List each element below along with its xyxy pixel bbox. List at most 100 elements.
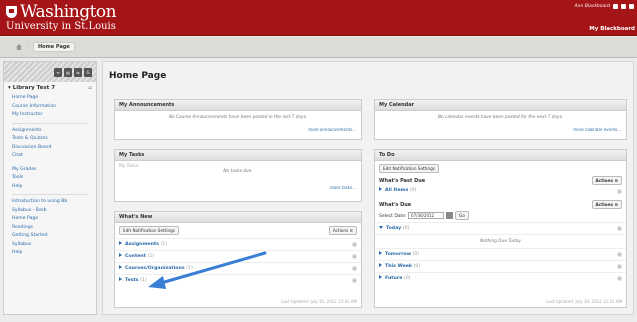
calendar-empty: No calendar events have been posted for … xyxy=(437,115,564,120)
edit-notification-settings-button[interactable]: Edit Notification Settings xyxy=(379,164,439,173)
menu-divider xyxy=(12,194,88,195)
list-item[interactable]: Content (1) × xyxy=(115,250,361,262)
course-menu-tool-3[interactable]: G xyxy=(84,67,92,77)
sidebar-item[interactable]: Getting Started xyxy=(4,232,96,241)
tasks-module: My Tasks My Tasks: No tasks due. more ta… xyxy=(114,149,362,202)
dismiss-icon[interactable]: × xyxy=(617,276,622,281)
sidebar-item[interactable]: Tests & Quizzes xyxy=(4,135,96,144)
dismiss-icon[interactable]: × xyxy=(617,188,622,194)
course-menu: ≡ ▤ ⇆ G ▾ Library Test 7 ⌂ Home Page Course I… xyxy=(3,61,97,315)
home-icon[interactable] xyxy=(621,4,626,9)
date-input[interactable]: 07/30/2012 xyxy=(408,212,445,219)
course-menu-tool-2[interactable]: ⇆ xyxy=(74,67,82,77)
sidebar-item[interactable]: Assignments xyxy=(4,127,96,136)
user-name[interactable]: Ann Blackboard xyxy=(575,4,610,9)
list-item[interactable]: Tests (1) × xyxy=(115,274,361,286)
list-item[interactable]: Tomorrow (0) × xyxy=(375,248,626,260)
announcements-empty: No Course Announcements have been posted… xyxy=(168,115,308,120)
user-icon[interactable] xyxy=(613,4,618,9)
list-item-label[interactable]: Future xyxy=(385,276,402,281)
sidebar-item[interactable]: Introduction to using Bb xyxy=(4,198,96,207)
list-item-label[interactable]: Tomorrow xyxy=(385,252,411,257)
item-count: (0) xyxy=(412,251,420,257)
list-item[interactable]: Future (0) × xyxy=(375,272,626,284)
past-due-heading: What's Past Due xyxy=(379,177,426,184)
nothing-due-text: Nothing Due Today xyxy=(375,234,626,248)
go-button[interactable]: Go xyxy=(455,211,469,220)
collapse-icon xyxy=(379,225,383,229)
list-item-label[interactable]: Tests xyxy=(125,278,139,283)
calendar-icon[interactable] xyxy=(446,212,454,219)
expand-icon xyxy=(379,187,382,191)
sidebar-item[interactable]: Home Page xyxy=(4,94,96,103)
list-item-label[interactable]: Today xyxy=(386,226,401,231)
sidebar-item[interactable]: My Instructor xyxy=(4,111,96,120)
sidebar-item[interactable]: Tools xyxy=(4,174,96,183)
breadcrumb-home-icon[interactable] xyxy=(16,44,22,50)
expand-icon xyxy=(119,252,122,257)
actions-menu-button[interactable]: Actions ≡ xyxy=(591,176,622,185)
sidebar-item[interactable]: Syllabus - Barb xyxy=(4,207,96,216)
logo-line1: Washington xyxy=(20,2,117,22)
sidebar-item[interactable]: Help xyxy=(4,183,96,192)
dismiss-icon[interactable]: × xyxy=(352,278,357,283)
dismiss-icon[interactable]: × xyxy=(352,254,357,259)
shield-icon xyxy=(6,6,17,18)
page-title: Home Page xyxy=(109,71,167,81)
expand-icon xyxy=(379,250,382,255)
dismiss-icon[interactable]: × xyxy=(352,242,357,247)
list-item-label[interactable]: Assignments xyxy=(125,242,159,247)
sidebar-item[interactable]: Readings xyxy=(4,224,96,233)
select-date-label: Select Date: xyxy=(379,214,407,219)
dismiss-icon[interactable]: × xyxy=(617,264,622,269)
help-icon[interactable] xyxy=(629,4,634,9)
module-title: My Tasks xyxy=(115,150,361,161)
course-menu-tool-1[interactable]: ▤ xyxy=(64,67,72,77)
course-title[interactable]: ▾ Library Test 7 ⌂ xyxy=(4,82,96,94)
actions-menu-button[interactable]: Actions ≡ xyxy=(591,200,622,209)
sidebar-item[interactable]: Syllabus xyxy=(4,241,96,250)
list-item[interactable]: Courses/Organizations (1) × xyxy=(115,262,361,274)
sidebar-item[interactable]: Chat xyxy=(4,152,96,161)
course-menu-tool-0[interactable]: ≡ xyxy=(54,67,62,77)
edit-notification-settings-button[interactable]: Edit Notification Settings xyxy=(119,226,179,235)
list-item-label[interactable]: This Week xyxy=(385,264,412,269)
whats-new-module: What's New Edit Notification Settings Ac… xyxy=(114,211,362,308)
item-count: (0) xyxy=(403,275,411,281)
more-calendar-link[interactable]: more calendar events... xyxy=(573,127,621,132)
dismiss-icon[interactable]: × xyxy=(617,252,622,257)
list-item-label[interactable]: Courses/Organizations xyxy=(125,266,185,271)
list-item[interactable]: Assignments (1) × xyxy=(115,238,361,250)
list-item[interactable]: This Week (0) × xyxy=(375,260,626,272)
sidebar-item[interactable]: Discussion Board xyxy=(4,144,96,153)
breadcrumb-separator-icon: ◦ xyxy=(26,44,29,50)
course-menu-toolbar: ≡ ▤ ⇆ G xyxy=(4,62,96,82)
more-announcements-link[interactable]: more announcements... xyxy=(308,127,356,132)
actions-menu-button[interactable]: Actions ≡ xyxy=(328,226,357,235)
expand-icon xyxy=(119,264,122,269)
university-logo[interactable]: Washington University in St.Louis xyxy=(6,2,117,32)
more-tasks-link[interactable]: more tasks... xyxy=(330,185,356,190)
item-count: (1) xyxy=(140,277,147,283)
sidebar-item[interactable]: Help xyxy=(4,249,96,258)
module-title: To Do xyxy=(375,150,626,161)
list-item[interactable]: All Items (0) × xyxy=(375,185,626,197)
tab-my-blackboard[interactable]: My Blackboard xyxy=(589,26,635,32)
dismiss-icon[interactable]: × xyxy=(352,266,357,271)
sidebar-item[interactable]: Home Page xyxy=(4,215,96,224)
expand-icon xyxy=(119,276,122,281)
expand-icon xyxy=(379,262,382,267)
course-home-icon[interactable]: ⌂ xyxy=(88,85,92,91)
global-header: Washington University in St.Louis Ann Bl… xyxy=(0,0,637,36)
list-item[interactable]: Today (0) × xyxy=(375,222,626,234)
module-title: My Calendar xyxy=(375,100,626,111)
last-updated: Last Updated: July 30, 2012 12:41 AM xyxy=(281,299,357,304)
dismiss-icon[interactable]: × xyxy=(617,226,622,231)
announcements-module: My Announcements No Course Announcements… xyxy=(114,99,362,140)
list-item-label[interactable]: Content xyxy=(125,254,146,259)
menu-divider xyxy=(12,122,88,124)
sidebar-item[interactable]: My Grades xyxy=(4,166,96,175)
sidebar-item[interactable]: Course Information xyxy=(4,103,96,112)
breadcrumb-current[interactable]: Home Page xyxy=(32,42,75,52)
last-updated: Last Updated: July 30, 2012 12:41 AM xyxy=(546,299,622,304)
